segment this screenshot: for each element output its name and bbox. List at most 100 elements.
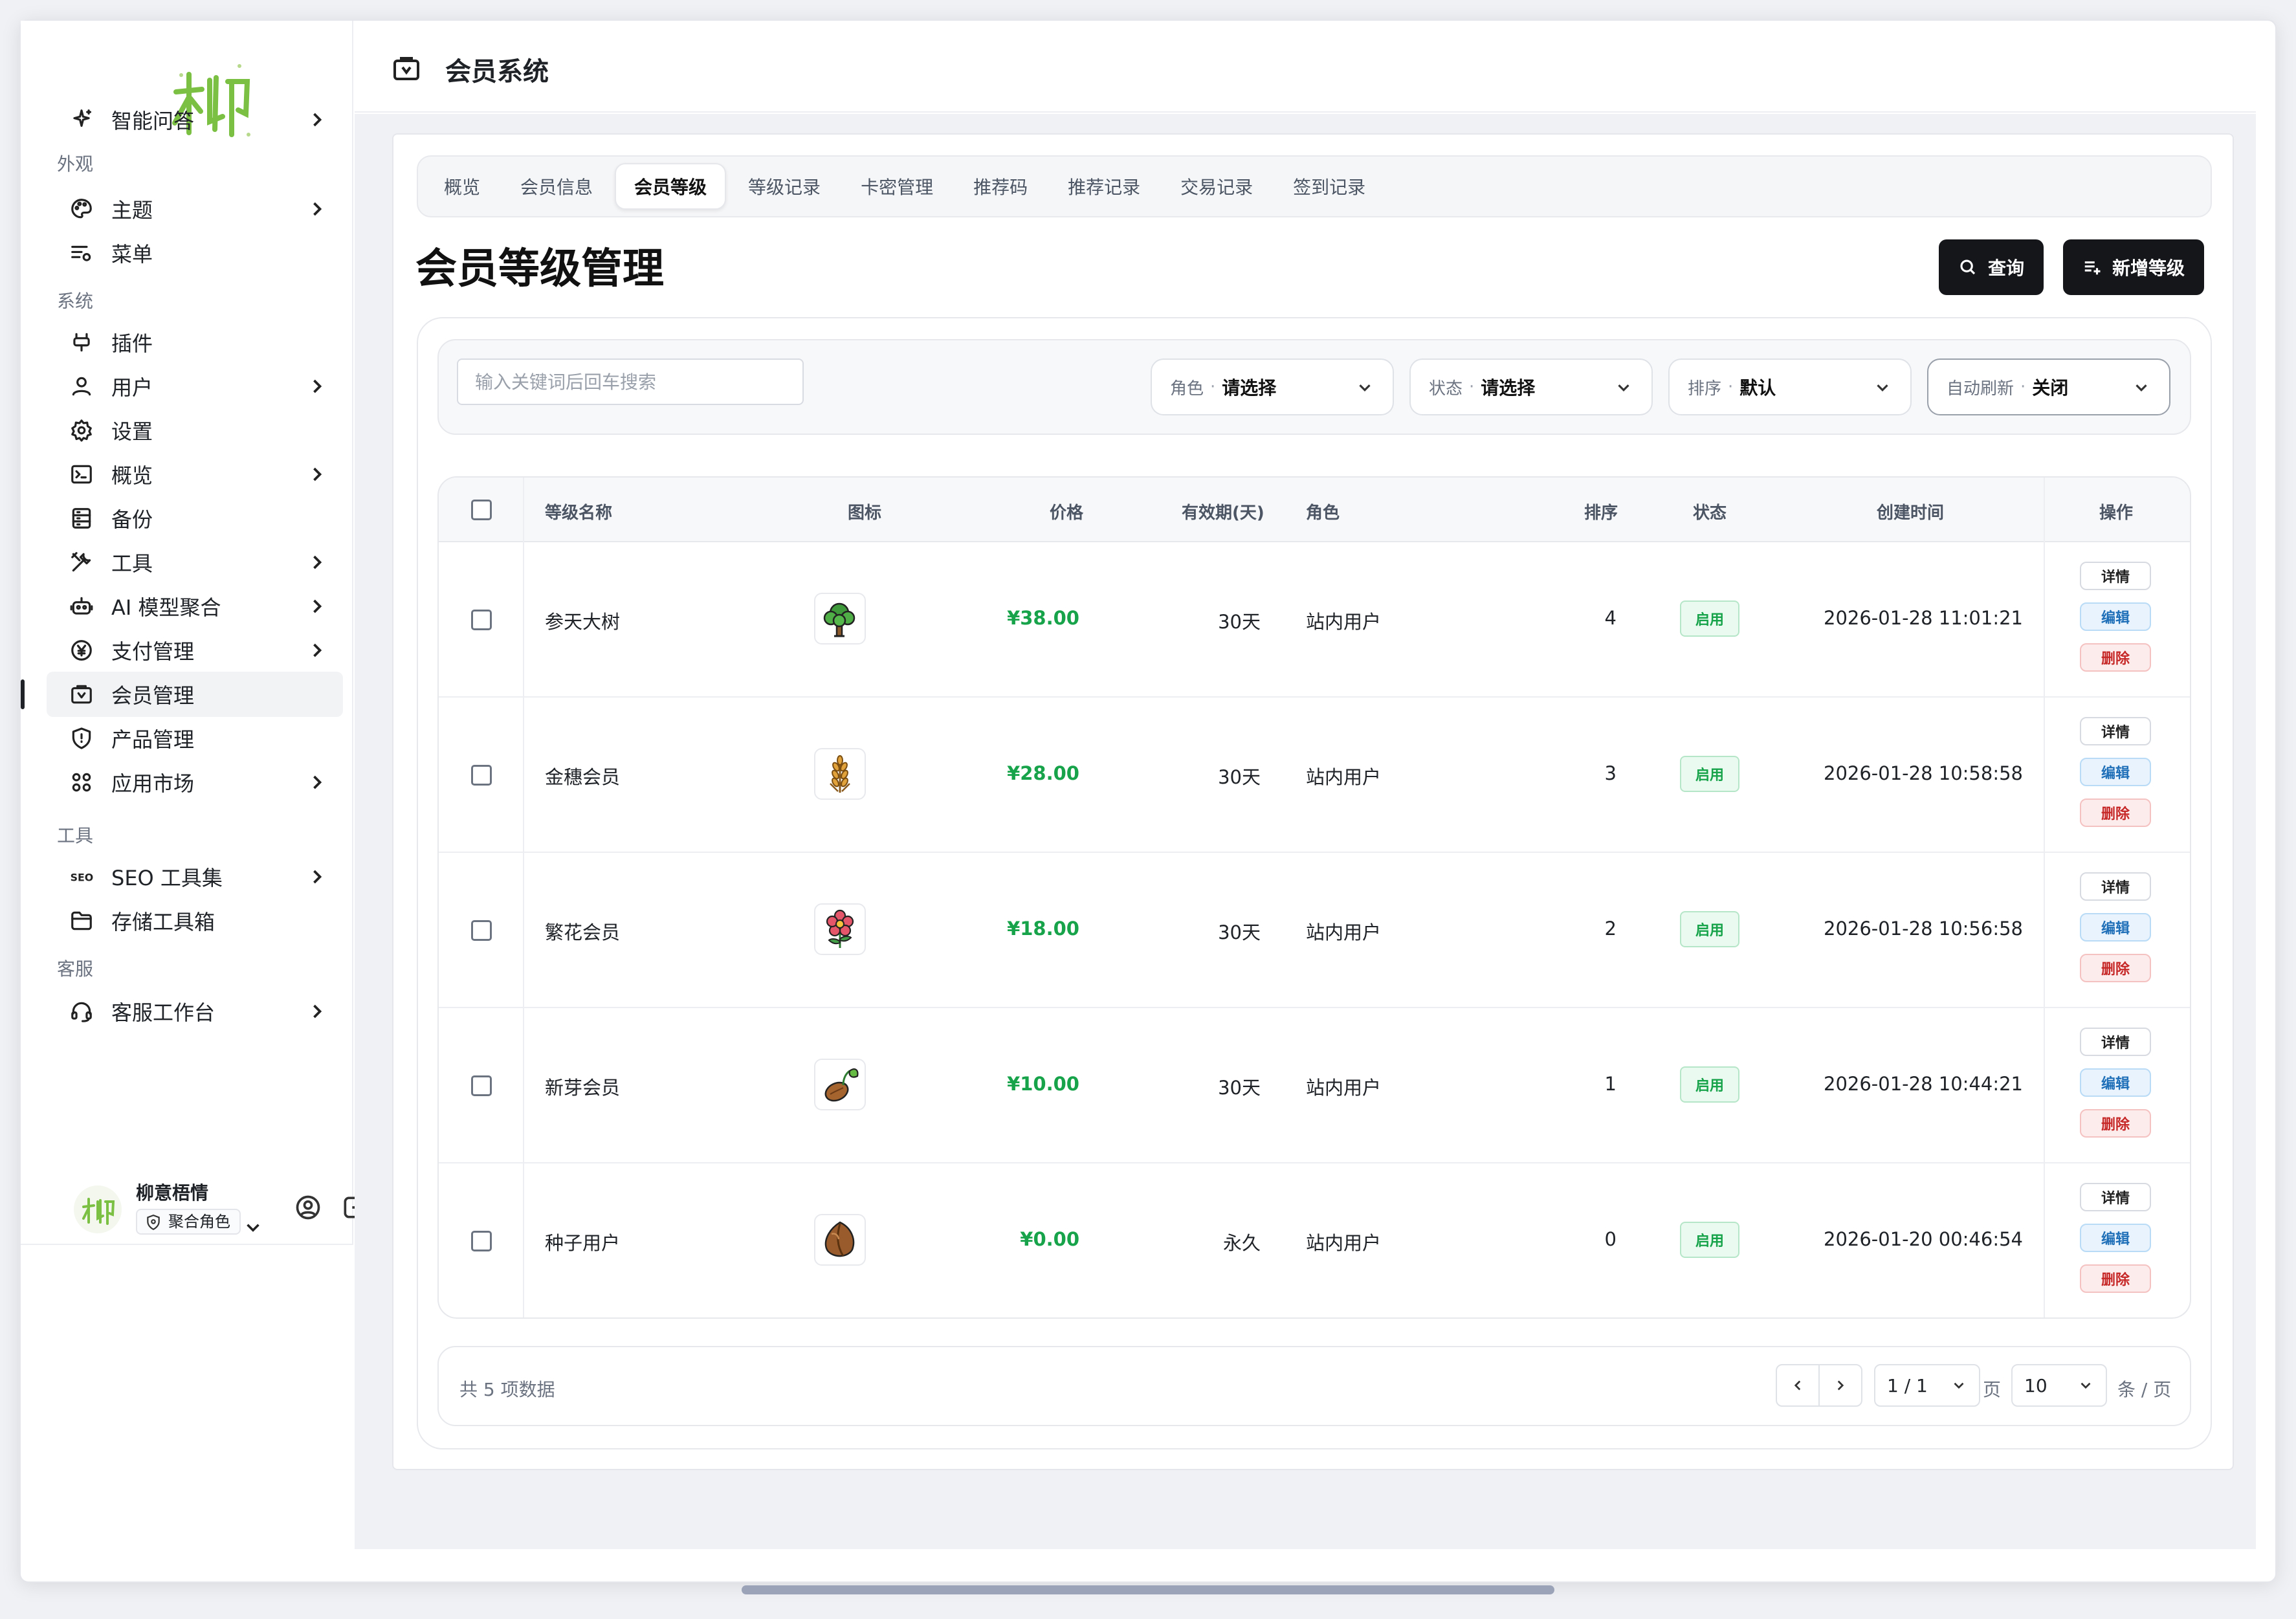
shield-icon xyxy=(66,723,97,754)
plugin-icon xyxy=(66,327,97,358)
sidebar-item-label: 备份 xyxy=(111,507,153,532)
tab-1[interactable]: 会员信息 xyxy=(502,163,611,210)
search-input[interactable] xyxy=(457,358,804,405)
prev-page-button[interactable] xyxy=(1776,1364,1820,1407)
user-name: 柳意梧情 xyxy=(136,1182,209,1204)
detail-button[interactable]: 详情 xyxy=(2080,1028,2151,1056)
tab-6[interactable]: 推荐记录 xyxy=(1050,163,1158,210)
detail-button[interactable]: 详情 xyxy=(2080,872,2151,901)
page-select[interactable]: 1 / 1 xyxy=(1874,1364,1980,1407)
edit-button[interactable]: 编辑 xyxy=(2080,602,2151,631)
sidebar-item-1[interactable]: 主题 xyxy=(47,186,343,232)
auto-refresh-select[interactable]: 自动刷新 · 关闭 xyxy=(1927,358,2170,415)
sidebar-item-9[interactable]: AI 模型聚合 xyxy=(47,584,343,629)
edit-button[interactable]: 编辑 xyxy=(2080,1224,2151,1252)
level-price: ¥18.00 xyxy=(1007,918,1079,940)
sidebar-item-label: 智能问答 xyxy=(111,109,195,133)
tab-7[interactable]: 交易记录 xyxy=(1162,163,1271,210)
header-price: 价格 xyxy=(1050,503,1084,523)
sidebar-item-16[interactable]: 客服工作台 xyxy=(47,989,343,1034)
delete-button[interactable]: 删除 xyxy=(2080,1264,2151,1293)
sidebar-item-13[interactable]: 应用市场 xyxy=(47,760,343,805)
user-role-badge[interactable]: 聚合角色 xyxy=(136,1209,241,1235)
page-size-select[interactable]: 10 xyxy=(2011,1364,2107,1407)
edit-button[interactable]: 编辑 xyxy=(2080,1068,2151,1097)
user-circle-icon[interactable] xyxy=(294,1193,322,1222)
tab-8[interactable]: 签到记录 xyxy=(1275,163,1384,210)
flower-icon xyxy=(814,903,866,955)
query-button[interactable]: 查询 xyxy=(1939,239,2044,295)
sort-select-value: 默认 xyxy=(1739,377,1776,399)
tab-3[interactable]: 等级记录 xyxy=(730,163,839,210)
sidebar-item-14[interactable]: SEO SEO 工具集 xyxy=(47,854,343,899)
tab-5[interactable]: 推荐码 xyxy=(955,163,1046,210)
delete-button[interactable]: 删除 xyxy=(2080,643,2151,672)
chevron-down-icon xyxy=(1618,384,1629,391)
next-page-button[interactable] xyxy=(1818,1364,1862,1407)
row-checkbox[interactable] xyxy=(471,610,492,630)
avatar[interactable] xyxy=(74,1185,122,1233)
sidebar-item-3[interactable]: 插件 xyxy=(47,320,343,365)
chevron-down-icon[interactable] xyxy=(242,1217,264,1239)
select-all-checkbox[interactable] xyxy=(471,500,492,520)
tab-2[interactable]: 会员等级 xyxy=(615,163,727,210)
edit-button[interactable]: 编辑 xyxy=(2080,913,2151,942)
folder-icon xyxy=(66,905,97,936)
chevron-right-icon xyxy=(313,555,322,569)
level-sort: 3 xyxy=(1604,762,1617,784)
level-sort: 0 xyxy=(1604,1228,1617,1250)
delete-button[interactable]: 删除 xyxy=(2080,954,2151,982)
row-checkbox[interactable] xyxy=(471,1231,492,1251)
nav-group-service: 客服 xyxy=(57,958,94,980)
user-role-label: 聚合角色 xyxy=(168,1213,230,1231)
chevron-right-icon xyxy=(313,599,322,613)
sidebar-item-7[interactable]: 备份 xyxy=(47,496,343,541)
sidebar-item-label: AI 模型聚合 xyxy=(111,595,221,620)
detail-button[interactable]: 详情 xyxy=(2080,562,2151,590)
sidebar-item-10[interactable]: 支付管理 xyxy=(47,628,343,673)
backup-icon xyxy=(66,503,97,534)
sidebar-item-2[interactable]: 菜单 xyxy=(47,230,343,276)
header-status: 状态 xyxy=(1693,503,1727,523)
tab-0[interactable]: 概览 xyxy=(426,163,498,210)
sidebar-item-4[interactable]: 用户 xyxy=(47,364,343,409)
chevron-right-icon xyxy=(1837,1380,1844,1391)
header-icon: 图标 xyxy=(848,503,882,523)
status-select[interactable]: 状态 · 请选择 xyxy=(1409,358,1653,415)
row-checkbox[interactable] xyxy=(471,765,492,786)
auto-refresh-label: 自动刷新 xyxy=(1947,379,2015,399)
chevron-right-icon xyxy=(313,113,322,127)
horizontal-scrollbar[interactable] xyxy=(742,1585,1554,1594)
edit-button[interactable]: 编辑 xyxy=(2080,758,2151,786)
sidebar-item-15[interactable]: 存储工具箱 xyxy=(47,898,343,943)
sidebar-item-8[interactable]: 工具 xyxy=(47,540,343,585)
level-name: 金穗会员 xyxy=(545,766,621,788)
tab-4[interactable]: 卡密管理 xyxy=(843,163,951,210)
status-badge: 启用 xyxy=(1680,1066,1739,1103)
detail-button[interactable]: 详情 xyxy=(2080,1183,2151,1211)
row-checkbox[interactable] xyxy=(471,920,492,941)
table-row: 种子用户 ¥0.00 永久 站内用户 0 启用 2026-01-20 00:46:54 详情编… xyxy=(439,1163,2190,1317)
sort-select[interactable]: 排序 · 默认 xyxy=(1668,358,1912,415)
sidebar-item-label: 插件 xyxy=(111,331,153,356)
sidebar-item-0[interactable]: 智能问答 xyxy=(47,97,343,142)
chevron-right-icon xyxy=(313,379,322,393)
detail-button[interactable]: 详情 xyxy=(2080,717,2151,745)
chevron-down-icon xyxy=(1954,1382,1964,1389)
status-select-label: 状态 xyxy=(1429,379,1463,399)
add-level-button[interactable]: 新增等级 xyxy=(2063,239,2205,295)
sidebar-item-6[interactable]: 概览 xyxy=(47,452,343,497)
sidebar-item-12[interactable]: 产品管理 xyxy=(47,716,343,761)
delete-button[interactable]: 删除 xyxy=(2080,798,2151,827)
level-name: 种子用户 xyxy=(545,1232,621,1254)
header-name: 等级名称 xyxy=(545,503,613,523)
sidebar-item-5[interactable]: 设置 xyxy=(47,408,343,453)
role-select[interactable]: 角色 · 请选择 xyxy=(1151,358,1394,415)
delete-button[interactable]: 删除 xyxy=(2080,1109,2151,1138)
member-folder-icon xyxy=(66,679,97,710)
row-checkbox[interactable] xyxy=(471,1075,492,1096)
created-time: 2026-01-20 00:46:54 xyxy=(1824,1228,2023,1250)
header-sort: 排序 xyxy=(1584,503,1618,523)
sidebar-item-11[interactable]: 会员管理 xyxy=(21,672,343,717)
level-role: 站内用户 xyxy=(1306,611,1382,633)
